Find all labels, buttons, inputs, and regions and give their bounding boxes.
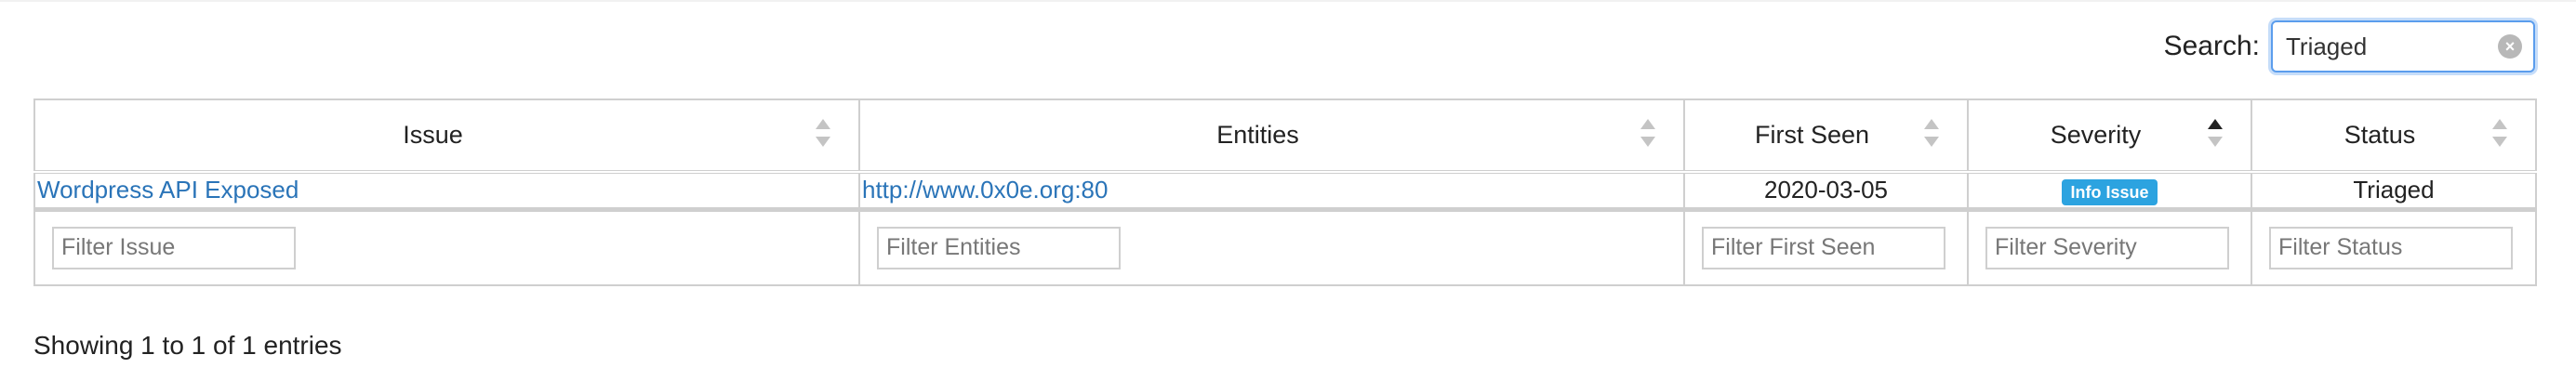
column-header-label: Entities <box>1216 121 1299 149</box>
filter-issue-input[interactable] <box>52 226 296 269</box>
filter-status-input[interactable] <box>2269 226 2513 269</box>
sort-icon <box>2492 119 2507 147</box>
entity-cell: http://www.0x0e.org:80 <box>858 171 1685 212</box>
column-header-severity[interactable]: Severity <box>1967 99 2252 174</box>
column-header-issue[interactable]: Issue <box>33 99 860 174</box>
first-seen-cell: 2020-03-05 <box>1683 171 1969 212</box>
issue-link[interactable]: Wordpress API Exposed <box>37 176 299 204</box>
column-header-status[interactable]: Status <box>2251 99 2537 174</box>
filter-cell-severity <box>1967 208 2252 286</box>
filter-entities-input[interactable] <box>877 226 1121 269</box>
sort-ascending-icon <box>2208 119 2223 147</box>
filter-severity-input[interactable] <box>1985 226 2229 269</box>
column-header-entities[interactable]: Entities <box>858 99 1685 174</box>
search-area: Search: × <box>2164 20 2535 72</box>
page: Search: × Issue Entities <box>0 0 2576 381</box>
issues-table: Issue Entities First Seen Severity Statu… <box>33 99 2537 286</box>
search-label: Search: <box>2163 31 2260 61</box>
sort-icon <box>1640 119 1655 147</box>
search-box[interactable]: × <box>2271 20 2535 72</box>
issue-cell: Wordpress API Exposed <box>33 171 860 212</box>
table-row: Wordpress API Exposed http://www.0x0e.or… <box>33 171 2537 212</box>
column-header-label: Severity <box>2050 121 2142 149</box>
filter-row <box>33 208 2537 286</box>
column-header-first-seen[interactable]: First Seen <box>1683 99 1969 174</box>
severity-cell: Info Issue <box>1967 171 2252 212</box>
entity-link[interactable]: http://www.0x0e.org:80 <box>862 176 1108 204</box>
clear-search-icon[interactable]: × <box>2498 34 2522 59</box>
status-cell: Triaged <box>2251 171 2537 212</box>
column-header-label: Status <box>2344 121 2416 149</box>
sort-icon <box>816 119 830 147</box>
filter-first-seen-input[interactable] <box>1702 226 1945 269</box>
top-divider <box>0 0 2576 2</box>
search-input[interactable] <box>2273 22 2533 71</box>
filter-cell-first-seen <box>1683 208 1969 286</box>
filter-cell-entities <box>858 208 1685 286</box>
column-header-label: First Seen <box>1754 121 1870 149</box>
table-info: Showing 1 to 1 of 1 entries <box>33 331 342 360</box>
sort-icon <box>1924 119 1939 147</box>
column-header-label: Issue <box>403 121 463 149</box>
severity-badge: Info Issue <box>2062 178 2158 205</box>
table-header-row: Issue Entities First Seen Severity Statu… <box>33 99 2537 174</box>
filter-cell-issue <box>33 208 860 286</box>
filter-cell-status <box>2251 208 2537 286</box>
